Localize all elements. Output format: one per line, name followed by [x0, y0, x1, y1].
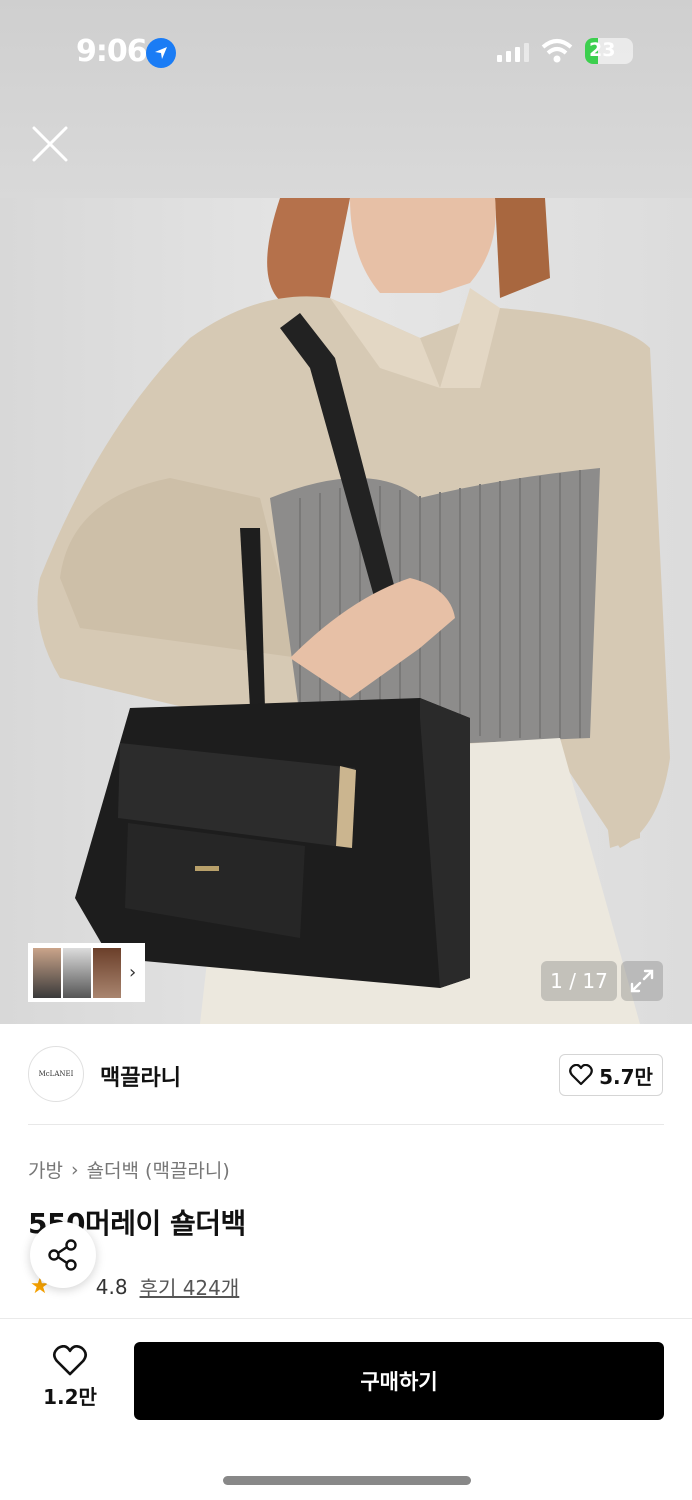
bottom-bar: 1.2만 구매하기 — [0, 1318, 692, 1500]
image-counter: 1 / 17 — [541, 961, 617, 1001]
close-icon[interactable] — [28, 122, 72, 166]
brand-like-button[interactable]: 5.7만 — [559, 1054, 663, 1096]
review-link[interactable]: 후기 424개 — [140, 1272, 240, 1301]
share-button[interactable] — [30, 1222, 96, 1288]
thumbnail-next-icon[interactable]: › — [129, 962, 136, 983]
brand-logo[interactable]: McLANEI — [28, 1046, 84, 1102]
breadcrumb: 가방 › 숄더백 (맥끌라니) — [28, 1156, 230, 1183]
brand-like-count: 5.7만 — [599, 1064, 653, 1089]
thumbnail-2[interactable] — [63, 947, 91, 998]
status-time: 9:06 — [76, 34, 148, 69]
expand-icon[interactable] — [621, 961, 663, 1001]
top-area: 9:06 23 — [0, 0, 692, 198]
wishlist-count: 1.2만 — [43, 1385, 97, 1409]
brand-row[interactable]: McLANEI 맥끌라니 5.7만 — [0, 1024, 692, 1126]
breadcrumb-separator-icon: › — [70, 1158, 79, 1181]
home-indicator[interactable] — [223, 1476, 471, 1485]
share-icon — [48, 1239, 77, 1271]
battery-icon: 23 — [585, 38, 633, 64]
wishlist-button[interactable]: 1.2만 — [30, 1345, 110, 1425]
wifi-icon — [541, 39, 573, 63]
buy-button[interactable]: 구매하기 — [134, 1342, 664, 1420]
heart-icon — [569, 1064, 593, 1086]
brand-logo-text: McLANEI — [38, 1070, 74, 1078]
gallery-thumbnails[interactable]: › — [28, 943, 145, 1002]
signal-icon — [497, 42, 529, 62]
status-bar: 9:06 23 — [0, 0, 692, 100]
heart-icon — [53, 1345, 87, 1376]
breadcrumb-category[interactable]: 가방 — [28, 1156, 63, 1183]
thumbnail-3[interactable] — [93, 947, 121, 998]
brand-name[interactable]: 맥끌라니 — [100, 1060, 181, 1092]
battery-text: 23 — [589, 39, 616, 61]
product-image[interactable] — [0, 198, 692, 1024]
product-photo — [37, 198, 670, 1024]
thumbnail-1[interactable] — [33, 947, 61, 998]
location-icon — [146, 38, 176, 68]
breadcrumb-subcategory[interactable]: 숄더백 (맥끌라니) — [87, 1156, 230, 1183]
divider — [28, 1124, 664, 1125]
rating-value: 4.8 — [95, 1274, 128, 1299]
